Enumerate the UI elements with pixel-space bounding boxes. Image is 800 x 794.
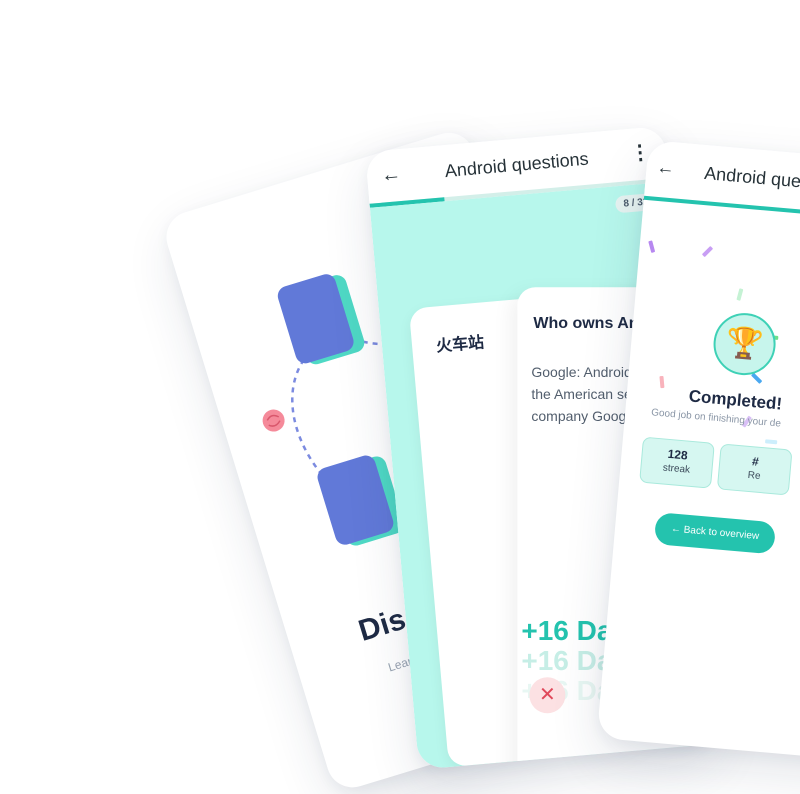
brain-icon: [262, 409, 285, 432]
cta-label: Back to overview: [683, 524, 760, 543]
page-title: Android ques: [703, 162, 800, 193]
completed-heading: Completed!: [688, 386, 783, 414]
deck-card-top: [277, 274, 365, 365]
back-to-overview-button[interactable]: ← Back to overview: [653, 512, 777, 555]
stat-card: # Re: [716, 443, 793, 496]
close-icon[interactable]: ✕: [529, 677, 566, 714]
stat-card-streak: 128 streak: [639, 436, 715, 489]
confetti-piece: [765, 439, 778, 445]
confetti-piece: [659, 375, 665, 389]
confetti-piece: [701, 245, 714, 258]
confetti-piece: [648, 240, 656, 253]
arrow-left-icon[interactable]: ←: [656, 157, 676, 179]
arrow-left-icon: ←: [670, 523, 682, 536]
confetti-piece: [750, 372, 763, 384]
trophy-icon: 🏆: [710, 310, 779, 378]
flashcard-back-text: 火车站: [435, 334, 485, 356]
confetti-piece: [736, 288, 744, 301]
